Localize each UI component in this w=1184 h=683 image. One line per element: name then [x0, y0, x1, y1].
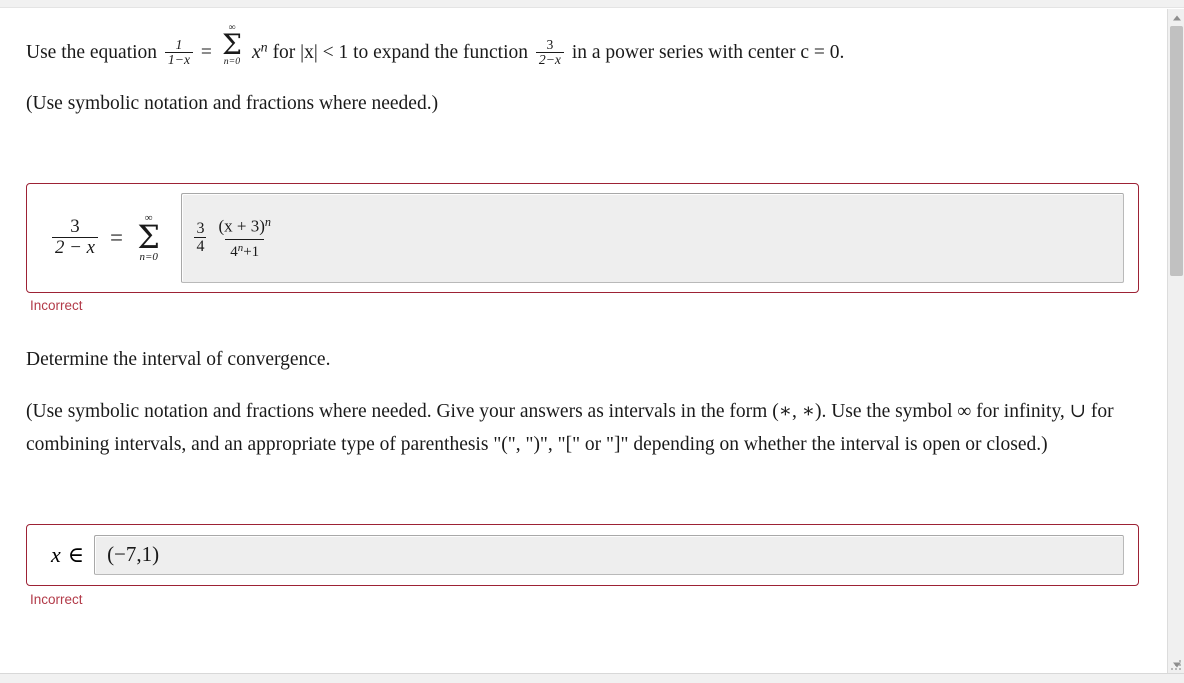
coefficient-fraction-three-fourths: 3 4: [194, 219, 207, 257]
scroll-up-arrow-icon: [1172, 15, 1181, 20]
sigma-icon: Σ: [221, 27, 242, 61]
fraction-numerator: 1: [175, 36, 183, 52]
series-left-hand-side: 3 2 − x = ∞ Σ n=0: [41, 213, 171, 262]
interval-answer-input[interactable]: (−7,1): [94, 534, 1124, 575]
numerator-base: (x + 3): [218, 216, 265, 236]
scrollbar-thumb[interactable]: [1170, 26, 1183, 276]
summation-operator: ∞ Σ n=0: [220, 23, 244, 67]
status-badge-interval: Incorrect: [30, 591, 83, 607]
fraction-denominator: 1−x: [164, 52, 194, 68]
answer-card-series[interactable]: 3 2 − x = ∞ Σ n=0 3 4 (x + 3)n 4n+1: [26, 182, 1139, 293]
fraction-numerator: 3: [70, 216, 80, 238]
prompt-lead: Use the equation: [26, 41, 158, 63]
fraction-numerator: 3: [196, 219, 205, 237]
exercise-page: Use the equation 1 1−x = ∞ Σ n=0 xn for …: [0, 9, 1167, 673]
fraction-denominator: 2−x: [535, 52, 564, 68]
lhs-fraction-three-over-two-minus-x: 3 2 − x: [52, 216, 98, 259]
inline-fraction-three-over-two-minus-x: 3 2−x: [535, 36, 564, 68]
sum-term-exponent: n: [260, 39, 268, 56]
answer-block-interval: x ∈ (−7,1) Incorrect: [26, 523, 1141, 607]
answer-card-interval[interactable]: x ∈ (−7,1): [26, 523, 1139, 586]
variable-x: x: [51, 541, 61, 567]
app-root: Use the equation 1 1−x = ∞ Σ n=0 xn for …: [0, 0, 1184, 683]
numerator-exponent: n: [264, 215, 271, 230]
main-fraction: (x + 3)n 4n+1: [213, 215, 276, 261]
status-badge-series: Incorrect: [30, 297, 83, 313]
question-prompt: Use the equation 1 1−x = ∞ Σ n=0 xn for …: [26, 23, 1131, 69]
interval-left-hand-side: x ∈: [41, 542, 84, 568]
sum-term: x: [252, 41, 261, 63]
browser-bottom-strip: [0, 673, 1184, 683]
entered-interval: (−7,1): [107, 542, 160, 567]
element-of-icon: ∈: [67, 541, 85, 567]
resize-grip-icon[interactable]: [1168, 657, 1183, 672]
fraction-denominator: 4: [194, 237, 207, 256]
fraction-numerator: 3: [546, 36, 554, 52]
series-answer-input[interactable]: 3 4 (x + 3)n 4n+1: [181, 192, 1124, 283]
scroll-up-button[interactable]: [1168, 9, 1184, 26]
entered-expression: 3 4 (x + 3)n 4n+1: [194, 215, 276, 261]
instruction-determine-interval: Determine the interval of convergence.: [26, 348, 331, 370]
answer-block-series: 3 2 − x = ∞ Σ n=0 3 4 (x + 3)n 4n+1 Inco…: [26, 182, 1141, 313]
sigma-icon: Σ: [137, 218, 160, 257]
denominator-exponent-tail: +1: [243, 243, 260, 260]
prompt-tail: in a power series with center c = 0.: [571, 41, 845, 63]
browser-top-strip: [0, 0, 1184, 8]
prompt-middle: for |x| < 1 to expand the function: [272, 41, 529, 63]
equals-sign: =: [200, 41, 212, 63]
inline-fraction-one-over-one-minus-x: 1 1−x: [164, 36, 194, 68]
equals-sign: =: [109, 224, 123, 250]
vertical-scrollbar[interactable]: [1167, 9, 1184, 673]
summation-operator: ∞ Σ n=0: [135, 213, 163, 262]
fraction-denominator: 4n+1: [225, 238, 265, 261]
fraction-numerator: (x + 3)n: [213, 215, 276, 238]
instruction-symbolic-notation: (Use symbolic notation and fractions whe…: [26, 93, 439, 115]
denominator-base: 4: [230, 243, 238, 260]
instruction-interval-notation: (Use symbolic notation and fractions whe…: [26, 400, 1114, 456]
fraction-denominator: 2 − x: [52, 237, 98, 258]
